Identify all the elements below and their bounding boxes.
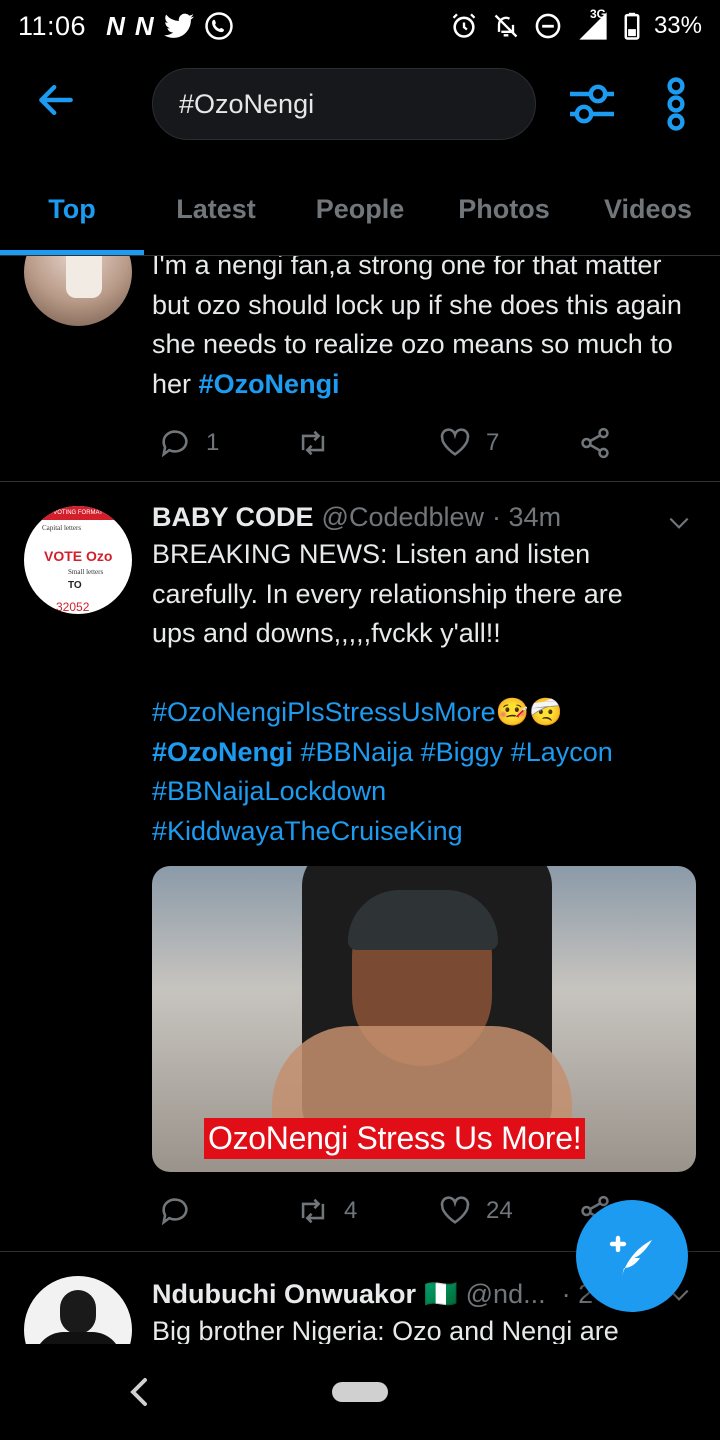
notifications-off-icon (494, 14, 518, 38)
tweet-time: · 34m (492, 502, 562, 532)
tweet-line: BREAKING NEWS: Listen and listen (152, 539, 591, 569)
tab-photos[interactable]: Photos (432, 170, 576, 255)
tweet-line: #OzoNengiPlsStressUsMore🤒🤕 (152, 693, 698, 733)
avatar-caption: Capital letters (42, 524, 82, 532)
share-button[interactable] (578, 426, 612, 460)
avatar-number: 32052 (56, 600, 90, 614)
search-tabs: Top Latest People Photos Videos (0, 170, 720, 256)
hashtag-link[interactable]: #Biggy (421, 737, 504, 767)
retweet-button[interactable] (296, 426, 344, 460)
author-handle[interactable]: @nd... (466, 1279, 546, 1310)
tab-top[interactable]: Top (0, 170, 144, 255)
more-options-icon[interactable] (662, 76, 690, 132)
status-time: 11:06 (18, 10, 87, 41)
tweet-text: Big brother Nigeria: Ozo and Nengi are (152, 1316, 619, 1344)
avatar[interactable]: VOTING FORMAT Capital letters VOTE Ozo S… (24, 506, 132, 614)
author-handle[interactable]: @Codedblew (322, 502, 485, 533)
retweet-icon (301, 1198, 325, 1224)
search-results-feed: I'm a nengi fan,a strong one for that ma… (0, 256, 720, 1344)
compose-feather-icon (609, 1235, 652, 1276)
search-input[interactable]: #OzoNengi (152, 68, 536, 140)
author-name[interactable]: Ndubuchi Onwuakor (152, 1279, 416, 1310)
reply-icon (161, 430, 188, 458)
nav-home-pill[interactable] (332, 1382, 388, 1402)
hashtag-link[interactable]: #BBNaija (301, 737, 414, 767)
tweet[interactable]: VOTING FORMAT Capital letters VOTE Ozo S… (0, 482, 720, 1252)
hashtag-link[interactable]: #OzoNengi (199, 369, 340, 399)
flag-emoji: 🇳🇬 (424, 1279, 458, 1309)
do-not-disturb-icon (535, 13, 561, 39)
n-app-icon: N (106, 10, 125, 41)
chevron-down-icon[interactable] (666, 510, 692, 536)
heart-icon (440, 1196, 470, 1224)
tweet-line: #KiddwayaTheCruiseKing (152, 812, 698, 852)
share-icon (581, 427, 609, 459)
hashtag-link[interactable]: #KiddwayaTheCruiseKing (152, 816, 463, 846)
hashtag-link[interactable]: #Laycon (511, 737, 613, 767)
tweet-text: BREAKING NEWS: Listen and listen careful… (152, 535, 698, 851)
nav-back-icon[interactable] (124, 1374, 154, 1410)
battery-icon (624, 12, 640, 40)
signal-icon: 3G (576, 7, 610, 41)
tab-people[interactable]: People (288, 170, 432, 255)
reply-button[interactable]: 1 (158, 426, 219, 460)
search-header: #OzoNengi (0, 52, 720, 164)
tab-latest[interactable]: Latest (144, 170, 288, 255)
compose-tweet-button[interactable] (576, 1200, 688, 1312)
search-filter-icon[interactable] (566, 78, 618, 130)
status-bar: 11:06 N N 3G 33% (0, 0, 720, 52)
avatar-figure (66, 256, 102, 298)
whatsapp-icon (204, 12, 233, 40)
avatar-head (60, 1290, 96, 1334)
like-count: 7 (486, 429, 500, 456)
reply-count: 1 (206, 429, 220, 456)
back-arrow-icon[interactable] (34, 78, 78, 122)
avatar[interactable] (24, 256, 132, 326)
tweet-actions: 1 7 (152, 426, 672, 466)
n-app-icon: N (134, 10, 154, 41)
hashtag-link[interactable]: #OzoNengiPlsStressUsMore (152, 697, 496, 727)
system-navigation-bar (0, 1344, 720, 1440)
author-name[interactable]: BABY CODE (152, 502, 314, 533)
hashtag-link[interactable]: #BBNaijaLockdown (152, 776, 386, 806)
alarm-icon (452, 13, 476, 38)
tweet-line: carefully. In every relationship there a… (152, 578, 623, 609)
search-query: #OzoNengi (179, 88, 315, 119)
tweet-line: ups and downs,,,,,fvckk y'all!! (152, 618, 501, 648)
like-count: 24 (486, 1197, 513, 1224)
tweet-media-image[interactable]: OzoNengi Stress Us More! (152, 866, 696, 1172)
avatar[interactable] (24, 1276, 132, 1344)
twitter-icon (163, 13, 194, 38)
like-button[interactable]: 24 (438, 1194, 513, 1228)
like-button[interactable]: 7 (438, 426, 499, 460)
heart-icon (440, 428, 470, 456)
avatar-vote-text: VOTE Ozo (44, 548, 113, 564)
tweet-line: #OzoNengi #BBNaija #Biggy #Laycon (152, 733, 698, 773)
retweet-icon (301, 430, 325, 456)
avatar-to-text: TO (68, 580, 82, 591)
retweet-button[interactable]: 4 (296, 1194, 357, 1228)
tweet-text: I'm a nengi fan,a strong one for that ma… (152, 256, 698, 404)
media-figure-cap (348, 890, 498, 950)
reply-button[interactable] (158, 1194, 206, 1228)
tweet-header: BABY CODE @Codedblew · 34m (152, 502, 698, 533)
reply-icon (161, 1198, 188, 1226)
avatar-banner: VOTING FORMAT (24, 506, 132, 520)
tab-videos[interactable]: Videos (576, 170, 720, 255)
tweet-content: BABY CODE @Codedblew · 34m BREAKING NEWS… (152, 502, 698, 851)
avatar-caption: Small letters (68, 568, 104, 576)
retweet-count: 4 (344, 1197, 358, 1224)
media-caption: OzoNengi Stress Us More! (204, 1118, 586, 1159)
avatar-body (34, 1332, 122, 1344)
notification-icons: N N (106, 11, 234, 42)
battery-percent: 33% (653, 12, 702, 39)
tweet-line: #BBNaijaLockdown (152, 772, 698, 812)
tweet[interactable]: I'm a nengi fan,a strong one for that ma… (0, 256, 720, 482)
network-type: 3G (589, 7, 606, 21)
emoji: 🤒🤕 (495, 697, 563, 727)
hashtag-link[interactable]: #OzoNengi (152, 737, 293, 767)
